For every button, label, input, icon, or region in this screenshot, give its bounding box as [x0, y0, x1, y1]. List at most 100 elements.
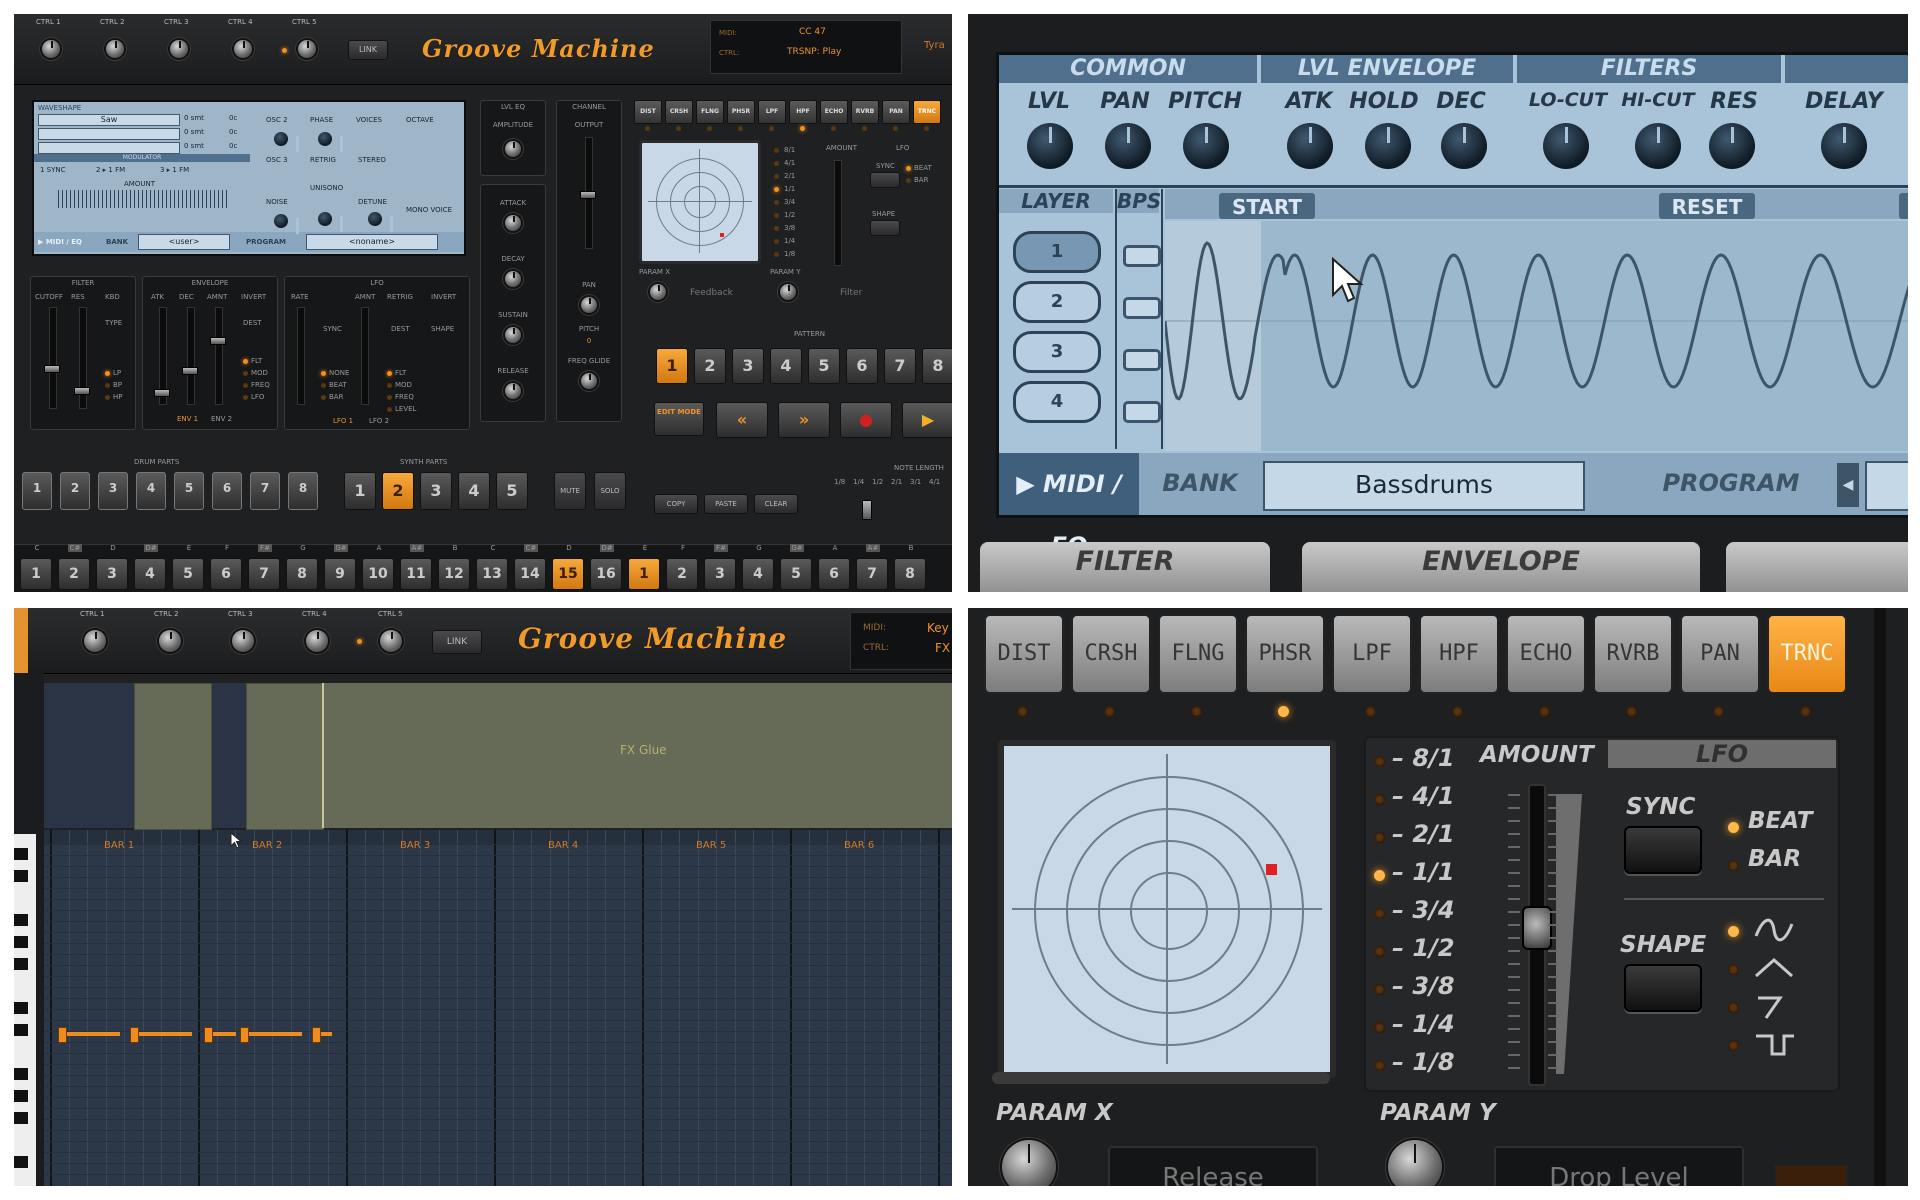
step-button-6[interactable]: 6 [210, 558, 242, 590]
synth-part-4[interactable]: 4 [458, 472, 490, 510]
amount-fader[interactable] [834, 160, 842, 266]
xy-cursor[interactable] [720, 233, 724, 237]
note-length-slider[interactable] [862, 500, 872, 520]
fx-button-pan[interactable]: PAN [882, 100, 910, 124]
lfo-amnt-fader[interactable] [361, 307, 369, 405]
paste-button[interactable]: PASTE [704, 494, 748, 514]
waveshape-select-3[interactable] [38, 142, 180, 154]
noise-knob[interactable] [274, 214, 299, 234]
program-prev-button[interactable]: ◀ [1837, 463, 1859, 507]
midi-note[interactable] [242, 1032, 302, 1036]
program-field[interactable]: <noname> [306, 234, 438, 250]
detune-knob[interactable] [368, 212, 393, 232]
step-button-7[interactable]: 7 [248, 558, 280, 590]
shape-button[interactable] [870, 220, 900, 236]
synth-part-1[interactable]: 1 [344, 472, 376, 510]
step-button-1[interactable]: 1 [20, 558, 52, 590]
param-x-knob[interactable] [650, 284, 666, 300]
clip-segment[interactable] [134, 683, 212, 830]
rate-option[interactable]: 1/2 [784, 211, 795, 219]
piano-key-black[interactable] [14, 1068, 28, 1080]
delay-knob[interactable] [1821, 123, 1867, 169]
fast-forward-button[interactable]: » [778, 402, 830, 438]
step-button-10[interactable]: 10 [362, 558, 394, 590]
midi-note-start[interactable] [204, 1027, 213, 1043]
drum-part-3[interactable]: 3 [98, 472, 128, 510]
xy-pad[interactable] [998, 740, 1336, 1078]
midi-note[interactable] [60, 1032, 120, 1036]
rate-option[interactable]: – 4/1 [1392, 782, 1455, 810]
piano-key-black[interactable] [14, 870, 28, 882]
pattern-button-8[interactable]: 8 [922, 348, 952, 384]
res-cap[interactable] [74, 387, 90, 395]
xy-pad[interactable] [639, 140, 761, 264]
drum-part-4[interactable]: 4 [136, 472, 166, 510]
rate-option[interactable]: – 1/4 [1392, 1010, 1455, 1038]
rate-option[interactable]: 2/1 [784, 172, 795, 180]
step-button-5[interactable]: 5 [172, 558, 204, 590]
step-button-4[interactable]: 4 [134, 558, 166, 590]
corner-button[interactable] [1774, 1164, 1848, 1186]
layer-1-button[interactable]: 1 [1013, 231, 1101, 273]
rate-option[interactable]: – 8/1 [1392, 744, 1455, 772]
lfo1-tab[interactable]: LFO 1 [333, 417, 353, 425]
cutoff-fader[interactable] [49, 307, 57, 409]
rate-option[interactable]: 1/1 [784, 185, 795, 193]
pattern-button-2[interactable]: 2 [694, 348, 726, 384]
xy-cursor[interactable] [1266, 864, 1277, 875]
amplitude-knob[interactable] [505, 141, 521, 157]
program-field[interactable] [1865, 461, 1908, 511]
midi-note-start[interactable] [58, 1027, 67, 1043]
piano-key-black[interactable] [14, 1024, 28, 1036]
pattern-button-7[interactable]: 7 [884, 348, 916, 384]
bank-field[interactable]: <user> [138, 234, 230, 250]
step-button-20[interactable]: 4 [742, 558, 774, 590]
rate-option[interactable]: 1/8 [784, 250, 795, 258]
step-button-16[interactable]: 16 [590, 558, 622, 590]
ctrl-4-knob[interactable] [306, 630, 328, 652]
sync-option[interactable]: 3 ▸ 1 FM [160, 166, 189, 174]
step-button-3[interactable]: 3 [96, 558, 128, 590]
piano-key-black[interactable] [14, 914, 28, 926]
param-y-field[interactable]: Drop Level [1494, 1146, 1744, 1186]
drum-part-7[interactable]: 7 [250, 472, 280, 510]
step-button-14[interactable]: 14 [514, 558, 546, 590]
ctrl-3-knob[interactable] [232, 630, 254, 652]
copy-button[interactable]: COPY [654, 494, 698, 514]
step-button-9[interactable]: 9 [324, 558, 356, 590]
rate-option[interactable]: – 3/4 [1392, 896, 1455, 924]
env-amnt-fader[interactable] [215, 307, 223, 405]
step-button-8[interactable]: 8 [286, 558, 318, 590]
pattern-button-5[interactable]: 5 [808, 348, 840, 384]
ctrl-3-knob[interactable] [170, 40, 188, 58]
fx-button-dist[interactable]: DIST [634, 100, 662, 124]
ctrl-5-knob[interactable] [380, 630, 402, 652]
release-knob[interactable] [505, 383, 521, 399]
step-button-2[interactable]: 2 [58, 558, 90, 590]
freq-glide-knob[interactable] [581, 373, 597, 389]
step-button-24[interactable]: 8 [894, 558, 926, 590]
sync-option[interactable]: 2 ▸ 1 FM [96, 166, 125, 174]
piano-key-black[interactable] [14, 1112, 28, 1124]
sync-option[interactable]: 1 SYNC [40, 166, 66, 174]
rewind-button[interactable]: « [716, 402, 768, 438]
lfo2-tab[interactable]: LFO 2 [369, 417, 389, 425]
link-button[interactable]: LINK [432, 630, 482, 654]
shape-button[interactable] [1624, 964, 1702, 1012]
fx-button-trnc[interactable]: TRNC [1767, 614, 1847, 694]
osc2-knob[interactable] [274, 132, 299, 152]
fx-button-pan[interactable]: PAN [1680, 614, 1760, 694]
lo-cut-knob[interactable] [1543, 123, 1589, 169]
attack-knob[interactable] [505, 215, 521, 231]
midi-note-start[interactable] [240, 1027, 249, 1043]
midi-eq-button[interactable]: ▶ MIDI / EQ [999, 453, 1139, 560]
sync-button[interactable] [1624, 826, 1702, 874]
fx-glue-clip[interactable]: FX Glue [322, 683, 952, 828]
piano-key-black[interactable] [14, 1156, 28, 1168]
step-button-22[interactable]: 6 [818, 558, 850, 590]
filter-tab[interactable]: FILTER [980, 542, 1270, 592]
param-x-knob[interactable] [1002, 1140, 1056, 1186]
rate-option[interactable]: – 3/8 [1392, 972, 1455, 1000]
lfo-rate-fader[interactable] [297, 307, 305, 405]
pan-knob[interactable] [581, 297, 597, 313]
